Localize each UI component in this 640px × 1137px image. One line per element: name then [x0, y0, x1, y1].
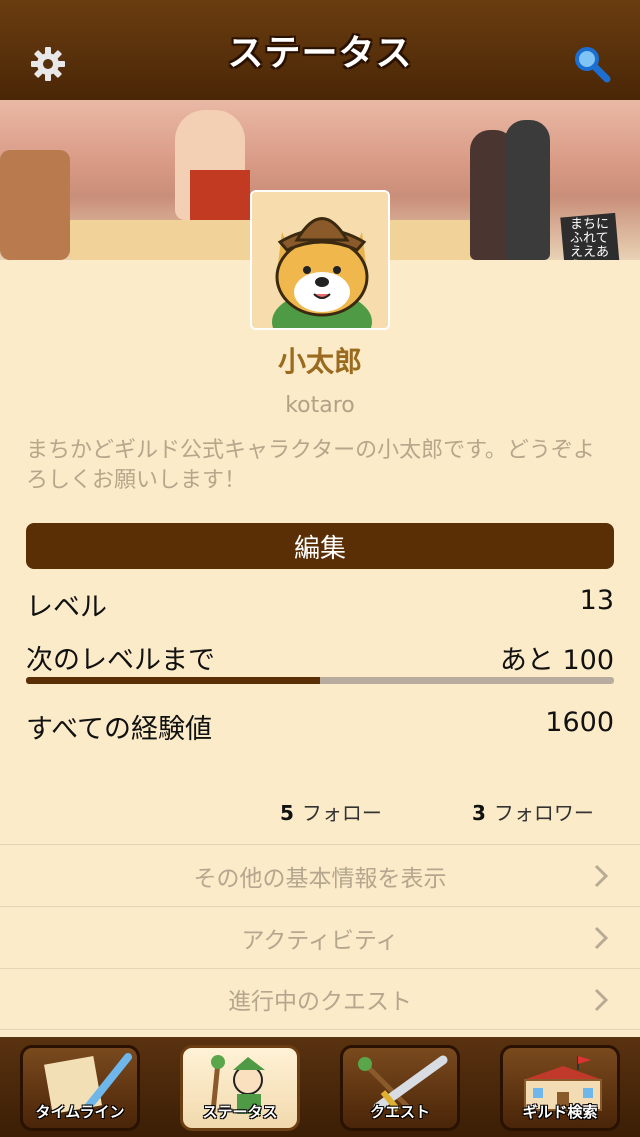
tab-timeline[interactable]: タイムライン — [20, 1045, 140, 1131]
follow-count-link[interactable]: 5 フォロー — [280, 797, 382, 826]
menu-item-activity[interactable]: アクティビティ — [0, 906, 640, 968]
profile-name: 小太郎 — [277, 345, 362, 378]
total-exp-label: すべての経験値 — [26, 714, 213, 745]
tab-label: クエスト — [369, 1103, 430, 1121]
gear-icon[interactable] — [28, 44, 68, 84]
level-label: レベル — [26, 592, 107, 623]
next-level-label: 次のレベルまで — [26, 645, 215, 676]
menu-item-label: その他の基本情報を表示 — [193, 865, 447, 892]
bottom-tab-bar: タイムライン ステータス クエスト ギルド検索 — [0, 1037, 640, 1137]
search-icon[interactable] — [572, 44, 612, 84]
page-title: ステータス — [227, 33, 413, 74]
customer-illustration — [505, 120, 550, 260]
follow-count: 5 — [280, 801, 294, 825]
avatar — [250, 190, 390, 330]
follower-label: フォロワー — [493, 801, 594, 825]
edit-profile-button[interactable]: 編集 — [26, 523, 614, 569]
tab-label: ギルド検索 — [522, 1103, 598, 1121]
level-row: レベル 13 — [26, 585, 614, 624]
next-level-value: あと 100 — [499, 645, 614, 676]
barrel-illustration — [0, 150, 70, 260]
level-value: 13 — [579, 585, 614, 616]
chevron-right-icon — [594, 926, 608, 950]
total-exp-value: 1600 — [545, 707, 614, 738]
header-bar: ステータス — [0, 0, 640, 100]
shop-sign-text: まちにふれて ええあう ソーシャルギルディング — [570, 217, 613, 261]
follower-count: 3 — [472, 801, 486, 825]
chevron-right-icon — [594, 864, 608, 888]
tab-status[interactable]: ステータス — [180, 1045, 300, 1131]
total-exp-row: すべての経験値 1600 — [26, 707, 614, 746]
follower-count-link[interactable]: 3 フォロワー — [472, 797, 594, 826]
menu-item-basic-info[interactable]: その他の基本情報を表示 — [0, 844, 640, 906]
dog-character-icon — [252, 192, 388, 328]
experience-progress-fill — [26, 677, 320, 684]
next-level-row: 次のレベルまで あと 100 — [26, 638, 614, 677]
profile-user-id: kotaro — [285, 393, 355, 418]
menu-item-active-quests[interactable]: 進行中のクエスト — [0, 968, 640, 1030]
tab-label: タイムライン — [35, 1103, 125, 1121]
menu-item-label: 進行中のクエスト — [228, 989, 412, 1015]
chevron-right-icon — [594, 988, 608, 1012]
follow-label: フォロー — [301, 801, 382, 825]
tab-quest[interactable]: クエスト — [340, 1045, 460, 1131]
tab-guild-search[interactable]: ギルド検索 — [500, 1045, 620, 1131]
menu-item-label: アクティビティ — [241, 927, 399, 954]
profile-bio: まちかどギルド公式キャラクターの小太郎です。どうぞよろしくお願いします！ — [26, 438, 595, 493]
experience-progress-bar — [26, 677, 614, 684]
apron-illustration — [190, 170, 250, 220]
tab-label: ステータス — [202, 1103, 278, 1121]
